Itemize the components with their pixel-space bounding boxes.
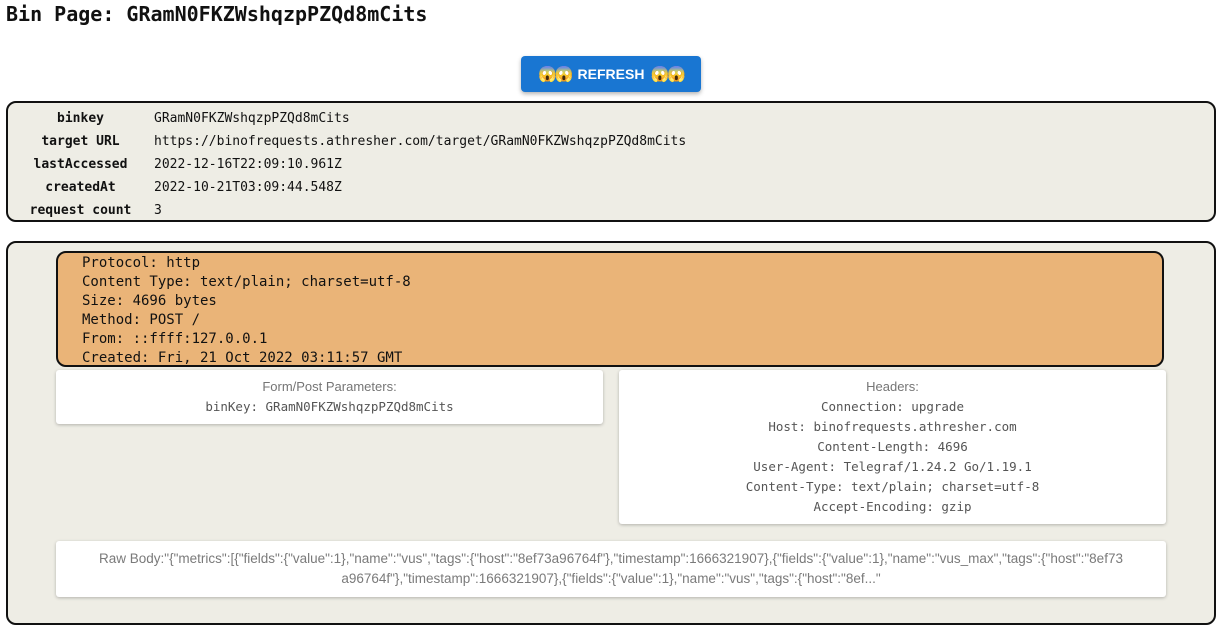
info-row-binkey: binkey GRamN0FKZWshqzpPZQd8mCits bbox=[8, 107, 686, 130]
info-row-created-at: createdAt 2022-10-21T03:09:44.548Z bbox=[8, 176, 686, 199]
info-value: 3 bbox=[154, 203, 162, 218]
info-value: 2022-10-21T03:09:44.548Z bbox=[154, 180, 342, 195]
header-item: Connection: upgrade bbox=[821, 399, 964, 414]
form-param-item: binKey: GRamN0FKZWshqzpPZQd8mCits bbox=[205, 399, 454, 414]
info-value: 2022-12-16T22:09:10.961Z bbox=[154, 157, 342, 172]
info-label: createdAt bbox=[45, 180, 116, 195]
info-value: GRamN0FKZWshqzpPZQd8mCits bbox=[154, 111, 350, 126]
page-title: Bin Page: GRamN0FKZWshqzpPZQd8mCits bbox=[6, 2, 428, 26]
request-method: Method: POST / bbox=[82, 312, 201, 328]
headers-card: Headers: Connection: upgrade Host: binof… bbox=[619, 370, 1166, 524]
raw-body-card: Raw Body:"{"metrics":[{"fields":{"value"… bbox=[56, 541, 1166, 597]
header-item: Host: binofrequests.athresher.com bbox=[768, 419, 1017, 434]
request-content-type: Content Type: text/plain; charset=utf-8 bbox=[82, 274, 411, 290]
screaming-face-icon: 😱😱 bbox=[650, 66, 685, 83]
info-value: https://binofrequests.athresher.com/targ… bbox=[154, 134, 687, 149]
info-label: binkey bbox=[57, 111, 104, 126]
refresh-button[interactable]: 😱😱 REFRESH 😱😱 bbox=[521, 56, 701, 92]
info-row-last-accessed: lastAccessed 2022-12-16T22:09:10.961Z bbox=[8, 153, 686, 176]
info-label: request count bbox=[29, 203, 132, 218]
bin-info-table: binkey GRamN0FKZWshqzpPZQd8mCits target … bbox=[8, 107, 687, 222]
request-created: Created: Fri, 21 Oct 2022 03:11:57 GMT bbox=[82, 350, 403, 366]
refresh-button-label: REFRESH bbox=[577, 66, 645, 82]
header-item: Accept-Encoding: gzip bbox=[813, 499, 972, 514]
request-protocol: Protocol: http bbox=[82, 255, 201, 271]
info-label: lastAccessed bbox=[33, 157, 128, 172]
info-label: target URL bbox=[41, 134, 120, 149]
header-item: Content-Type: text/plain; charset=utf-8 bbox=[745, 479, 1040, 494]
request-from: From: ::ffff:127.0.0.1 bbox=[82, 331, 268, 347]
screaming-face-icon: 😱😱 bbox=[538, 66, 573, 83]
header-item: Content-Length: 4696 bbox=[817, 439, 968, 454]
bin-info-panel: binkey GRamN0FKZWshqzpPZQd8mCits target … bbox=[6, 101, 1216, 222]
request-summary: Protocol: http Content Type: text/plain;… bbox=[56, 251, 1164, 367]
info-row-target-url: target URL https://binofrequests.athresh… bbox=[8, 130, 686, 153]
request-size: Size: 4696 bytes bbox=[82, 293, 217, 309]
header-item: User-Agent: Telegraf/1.24.2 Go/1.19.1 bbox=[753, 459, 1032, 474]
form-params-card: Form/Post Parameters: binKey: GRamN0FKZW… bbox=[56, 370, 603, 424]
headers-title: Headers: bbox=[866, 379, 919, 394]
form-params-title: Form/Post Parameters: bbox=[262, 379, 397, 394]
info-row-request-count: request count 3 bbox=[8, 199, 686, 222]
